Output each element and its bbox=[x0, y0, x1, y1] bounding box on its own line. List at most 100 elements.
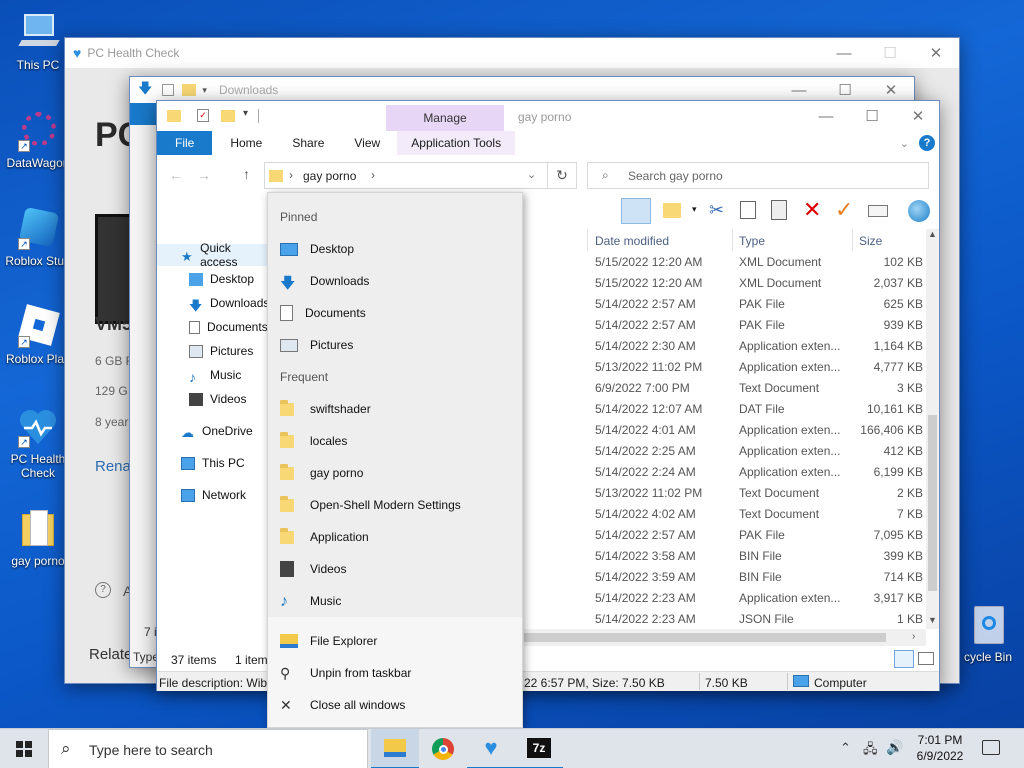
table-row[interactable]: 5/14/2022 2:24 AM Application exten... 6,1… bbox=[587, 461, 939, 482]
table-row[interactable]: 5/14/2022 2:57 AM PAK File 939 KB bbox=[587, 314, 939, 335]
delete-icon[interactable]: ✕ bbox=[803, 197, 821, 223]
close-button[interactable]: ✕ bbox=[895, 101, 941, 131]
close-button[interactable]: ✕ bbox=[913, 38, 959, 68]
back-arrow-icon[interactable]: ← bbox=[169, 167, 183, 183]
chevron-down-icon[interactable]: ⌄ bbox=[900, 131, 909, 155]
address-bar[interactable]: › gay porno › ⌄ bbox=[264, 162, 577, 189]
manage-contextual-tab[interactable]: Manage bbox=[386, 105, 504, 131]
maximize-button[interactable]: ☐ bbox=[849, 101, 895, 131]
column-header-size[interactable]: Size bbox=[859, 234, 882, 248]
jump-item-music[interactable]: ♪ Music bbox=[268, 585, 522, 617]
jump-action-file-explorer[interactable]: File Explorer bbox=[268, 625, 522, 657]
new-folder-icon[interactable] bbox=[663, 203, 681, 218]
ribbon-file-tab[interactable] bbox=[130, 103, 158, 125]
details-view-icon[interactable] bbox=[894, 650, 914, 668]
cut-icon[interactable]: ✂ bbox=[709, 200, 724, 221]
table-row[interactable]: 5/14/2022 12:07 AM DAT File 10,161 KB bbox=[587, 398, 939, 419]
tab-home[interactable]: Home bbox=[216, 131, 276, 155]
table-row[interactable]: 6/9/2022 7:00 PM Text Document 3 KB bbox=[587, 377, 939, 398]
maximize-button[interactable]: ☐ bbox=[867, 38, 913, 68]
column-header-type[interactable]: Type bbox=[739, 234, 765, 248]
horizontal-scrollbar[interactable]: › bbox=[524, 629, 926, 646]
refresh-button[interactable]: ↻ bbox=[547, 162, 577, 189]
tab-view[interactable]: View bbox=[340, 131, 394, 155]
table-row[interactable]: 5/14/2022 4:02 AM Text Document 7 KB bbox=[587, 503, 939, 524]
up-arrow-icon[interactable]: ↑ bbox=[243, 166, 250, 182]
taskbar-search-box[interactable]: ⌕ Type here to search bbox=[48, 729, 368, 768]
paste-icon[interactable] bbox=[771, 200, 787, 220]
nav-documents[interactable]: Documents bbox=[157, 316, 268, 338]
table-row[interactable]: 5/14/2022 2:30 AM Application exten... 1,1… bbox=[587, 335, 939, 356]
table-row[interactable]: 5/14/2022 4:01 AM Application exten... 166… bbox=[587, 419, 939, 440]
column-header-date[interactable]: Date modified bbox=[595, 234, 669, 248]
jump-item-videos[interactable]: Videos bbox=[268, 553, 522, 585]
nav-quick-access[interactable]: ★ Quick access bbox=[157, 241, 267, 269]
table-row[interactable]: 5/14/2022 2:57 AM PAK File 625 KB bbox=[587, 293, 939, 314]
jump-item-desktop[interactable]: Desktop bbox=[268, 233, 522, 265]
tab-share[interactable]: Share bbox=[278, 131, 338, 155]
table-row[interactable]: 5/14/2022 2:25 AM Application exten... 412… bbox=[587, 440, 939, 461]
nav-videos[interactable]: Videos bbox=[157, 388, 246, 410]
jump-item-open-shell[interactable]: Open-Shell Modern Settings bbox=[268, 489, 522, 521]
table-row[interactable]: 5/14/2022 3:59 AM BIN File 714 KB bbox=[587, 566, 939, 587]
scroll-up-icon[interactable]: ▲ bbox=[928, 229, 937, 239]
minimize-button[interactable]: — bbox=[803, 101, 849, 131]
address-dropdown-icon[interactable]: ⌄ bbox=[527, 168, 536, 181]
jump-item-downloads[interactable]: 🡇 Downloads bbox=[268, 265, 522, 297]
jump-item-gay-porno[interactable]: gay porno bbox=[268, 457, 522, 489]
tab-file[interactable]: File bbox=[157, 131, 213, 155]
jump-action-unpin[interactable]: ⚲ Unpin from taskbar bbox=[268, 657, 522, 689]
nav-onedrive[interactable]: ☁ OneDrive bbox=[157, 420, 253, 442]
table-row[interactable]: 5/14/2022 2:23 AM JSON File 1 KB bbox=[587, 608, 939, 629]
rename-link[interactable]: Rena bbox=[95, 458, 131, 475]
table-row[interactable]: 5/15/2022 12:20 AM XML Document 102 KB bbox=[587, 251, 939, 272]
table-row[interactable]: 5/14/2022 3:58 AM BIN File 399 KB bbox=[587, 545, 939, 566]
minimize-button[interactable]: — bbox=[821, 38, 867, 68]
table-row[interactable]: 5/14/2022 2:23 AM Application exten... 3,9… bbox=[587, 587, 939, 608]
jump-item-application[interactable]: Application bbox=[268, 521, 522, 553]
scroll-right-icon[interactable]: › bbox=[912, 631, 915, 642]
clock[interactable]: 7:01 PM 6/9/2022 bbox=[910, 732, 970, 764]
table-row[interactable]: 5/13/2022 11:02 PM Text Document 2 KB bbox=[587, 482, 939, 503]
scrollbar-thumb[interactable] bbox=[928, 415, 937, 591]
nav-pictures[interactable]: Pictures bbox=[157, 340, 253, 362]
network-icon[interactable]: 🖧 bbox=[863, 740, 878, 762]
jump-item-swiftshader[interactable]: swiftshader bbox=[268, 393, 522, 425]
jump-item-documents[interactable]: Documents bbox=[268, 297, 522, 329]
properties-icon[interactable] bbox=[868, 205, 888, 217]
large-icons-view-icon[interactable] bbox=[918, 652, 934, 665]
hidden-icons-chevron-icon[interactable]: ⌃ bbox=[840, 740, 851, 756]
taskbar-file-explorer[interactable] bbox=[371, 729, 419, 768]
desktop-icon-recycle-bin[interactable]: cycle Bin bbox=[950, 602, 1024, 664]
forward-arrow-icon[interactable]: → bbox=[197, 167, 211, 183]
search-input[interactable]: Search gay porno bbox=[628, 169, 723, 183]
jump-item-pictures[interactable]: Pictures bbox=[268, 329, 522, 361]
taskbar-chrome[interactable] bbox=[419, 729, 467, 768]
jump-action-close-all[interactable]: ✕ Close all windows bbox=[268, 689, 522, 721]
volume-icon[interactable]: 🔊 bbox=[886, 739, 903, 756]
copy-icon[interactable] bbox=[740, 201, 756, 219]
breadcrumb-current[interactable]: gay porno bbox=[303, 169, 356, 183]
table-row[interactable]: 5/15/2022 12:20 AM XML Document 2,037 KB bbox=[587, 272, 939, 293]
nav-desktop[interactable]: Desktop bbox=[157, 268, 254, 290]
view-pane-icon[interactable] bbox=[621, 198, 651, 224]
taskbar-7zip[interactable]: 7z bbox=[515, 729, 563, 768]
tab-application-tools[interactable]: Application Tools bbox=[397, 131, 516, 155]
help-icon[interactable]: ? bbox=[919, 135, 935, 151]
nav-music[interactable]: ♪ Music bbox=[157, 364, 241, 386]
table-row[interactable]: 5/13/2022 11:02 PM Application exten... 4,… bbox=[587, 356, 939, 377]
vertical-scrollbar[interactable]: ▲ ▼ bbox=[926, 229, 939, 629]
scrollbar-thumb[interactable] bbox=[524, 633, 886, 642]
table-row[interactable]: 5/14/2022 2:57 AM PAK File 7,095 KB bbox=[587, 524, 939, 545]
jump-item-locales[interactable]: locales bbox=[268, 425, 522, 457]
nav-downloads[interactable]: 🡇 Downloads bbox=[157, 292, 269, 314]
title-bar[interactable]: ♥ PC Health Check — ☐ ✕ bbox=[65, 38, 959, 68]
taskbar-search-input[interactable]: Type here to search bbox=[89, 742, 213, 758]
shell-icon[interactable] bbox=[908, 200, 930, 222]
title-bar[interactable]: ✓ ▾ Manage gay porno — ☐ ✕ bbox=[157, 101, 939, 131]
notification-icon[interactable] bbox=[982, 740, 1000, 755]
dropdown-icon[interactable]: ▾ bbox=[692, 204, 697, 215]
taskbar-pc-health-check[interactable]: ♥ bbox=[467, 729, 515, 768]
search-box[interactable]: ⌕ Search gay porno bbox=[587, 162, 929, 189]
start-button[interactable] bbox=[0, 729, 48, 768]
